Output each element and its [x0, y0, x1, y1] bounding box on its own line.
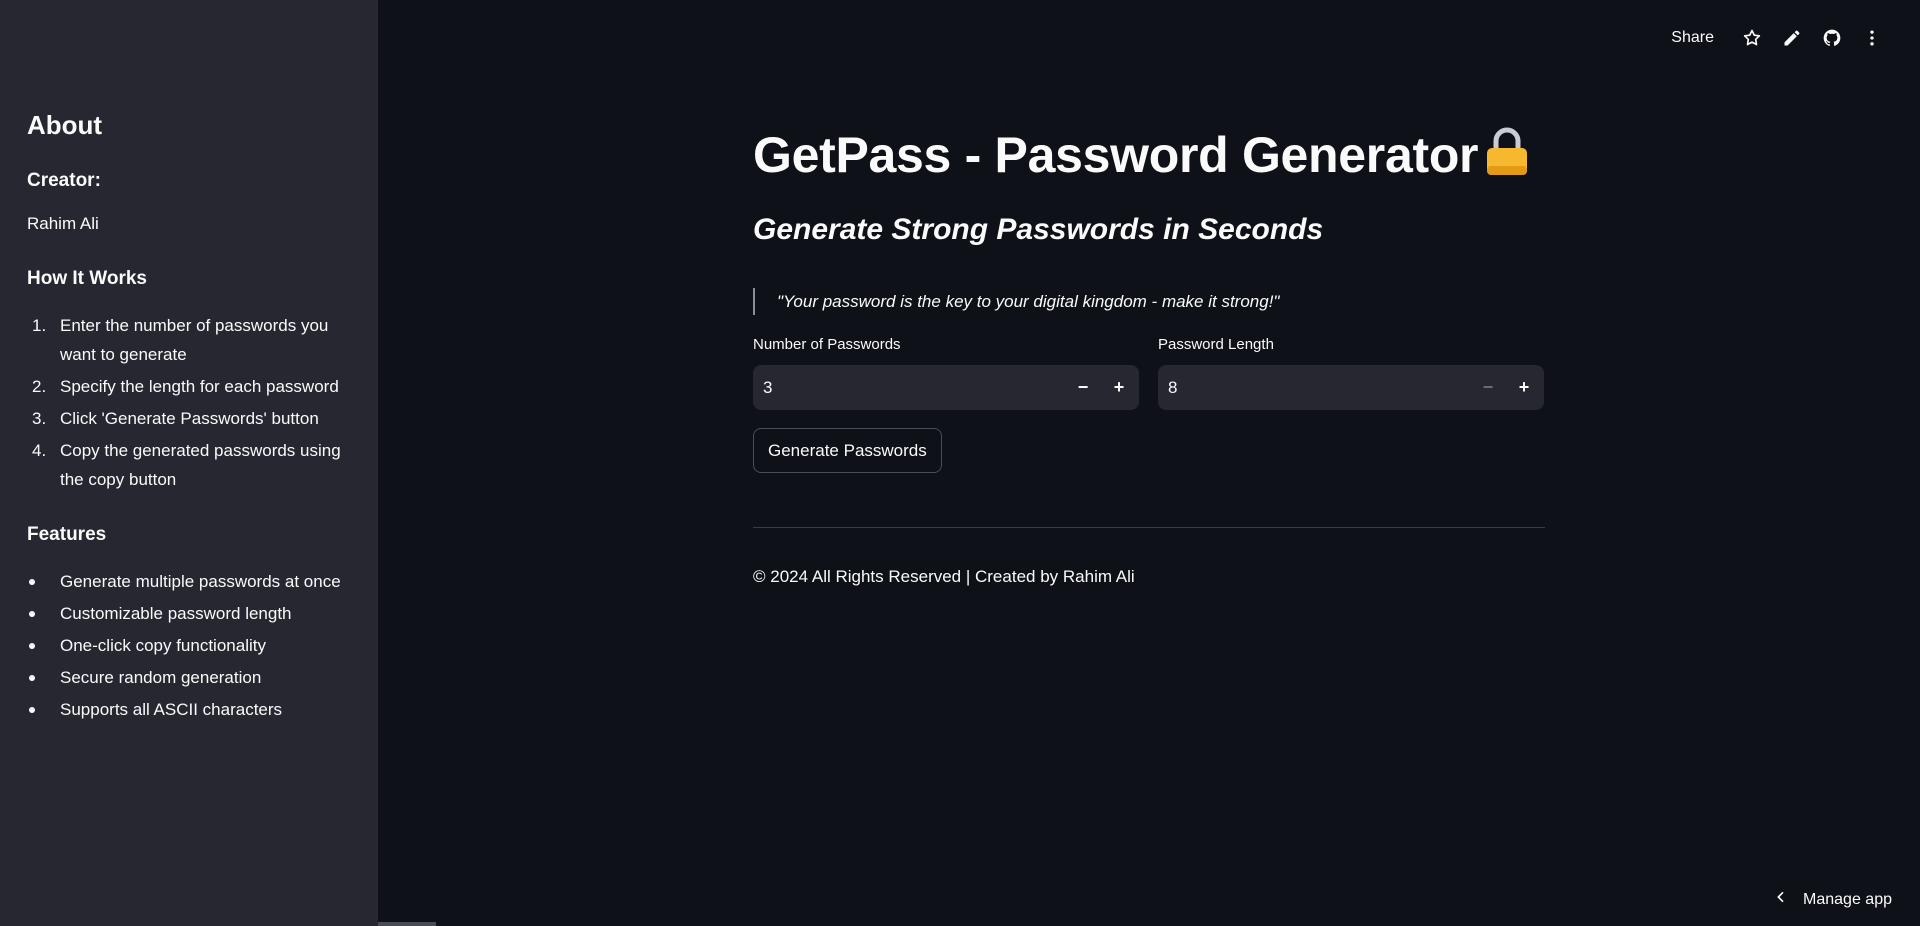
- feature-item: Secure random generation: [27, 663, 357, 692]
- creator-heading: Creator:: [27, 170, 101, 191]
- generate-passwords-button[interactable]: Generate Passwords: [753, 428, 942, 473]
- num-passwords-increment-button[interactable]: +: [1101, 365, 1137, 410]
- creator-name: Rahim Ali: [27, 214, 99, 233]
- how-step: 3. Click 'Generate Passwords' button: [32, 409, 319, 428]
- about-heading: About: [27, 110, 103, 140]
- feature-item: One-click copy functionality: [27, 631, 357, 660]
- num-passwords-label: Number of Passwords: [753, 336, 901, 353]
- chevron-left-icon: [1773, 889, 1789, 910]
- horizontal-scrollbar[interactable]: [378, 922, 436, 926]
- features-list: Generate multiple passwords at once Cust…: [27, 567, 357, 727]
- star-icon[interactable]: [1732, 22, 1772, 54]
- features-heading: Features: [27, 524, 107, 545]
- password-length-increment-button[interactable]: +: [1506, 365, 1542, 410]
- page-subtitle: Generate Strong Passwords in Seconds: [753, 213, 1324, 246]
- divider: [753, 527, 1545, 528]
- pencil-icon[interactable]: [1772, 22, 1812, 54]
- sidebar: About Creator: Rahim Ali How It Works 1.…: [0, 0, 378, 926]
- quote-blockquote: "Your password is the key to your digita…: [753, 288, 1279, 315]
- how-step: 2. Specify the length for each password: [32, 377, 339, 396]
- password-length-stepper: − +: [1158, 365, 1544, 410]
- how-it-works-list: 1. Enter the number of passwords you want…: [27, 311, 357, 497]
- how-it-works-heading: How It Works: [27, 268, 147, 289]
- feature-item: Generate multiple passwords at once: [27, 567, 357, 596]
- more-vertical-icon[interactable]: [1852, 22, 1892, 54]
- num-passwords-decrement-button[interactable]: −: [1065, 365, 1101, 410]
- app-toolbar: Share: [1671, 22, 1892, 54]
- password-length-decrement-button[interactable]: −: [1470, 365, 1506, 410]
- feature-item: Customizable password length: [27, 599, 357, 628]
- password-length-field: Password Length − +: [1158, 336, 1544, 410]
- lock-icon: [1484, 126, 1530, 188]
- how-step: 1. Enter the number of passwords you want…: [32, 316, 329, 364]
- github-icon[interactable]: [1812, 22, 1852, 54]
- manage-app-button[interactable]: Manage app: [1773, 889, 1892, 910]
- footer-text: © 2024 All Rights Reserved | Created by …: [753, 567, 1135, 586]
- num-passwords-input[interactable]: [753, 365, 1065, 410]
- manage-app-label: Manage app: [1803, 890, 1892, 908]
- page-title: GetPass - Password Generator: [753, 126, 1530, 188]
- password-length-input[interactable]: [1158, 365, 1470, 410]
- how-step: 4. Copy the generated passwords using the…: [32, 441, 341, 489]
- feature-item: Supports all ASCII characters: [27, 695, 357, 724]
- num-passwords-field: Number of Passwords − +: [753, 336, 1139, 410]
- password-length-label: Password Length: [1158, 336, 1274, 353]
- share-button[interactable]: Share: [1671, 29, 1714, 47]
- num-passwords-stepper: − +: [753, 365, 1139, 410]
